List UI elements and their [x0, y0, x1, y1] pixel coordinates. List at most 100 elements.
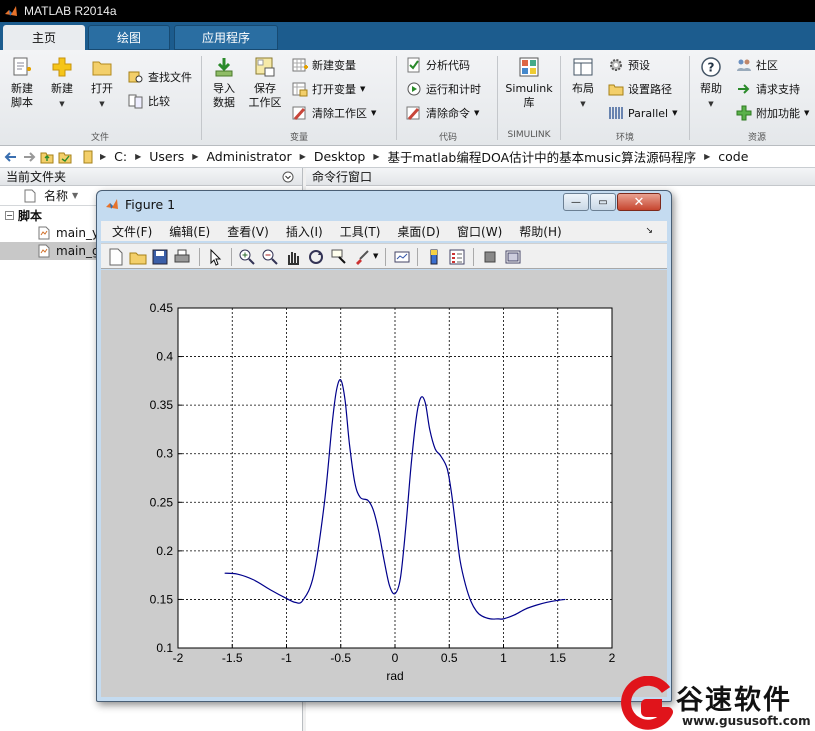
save-workspace-button[interactable]: 保存 工作区: [246, 56, 284, 110]
zoom-out-icon[interactable]: [261, 248, 279, 266]
help-dropdown-icon[interactable]: ▼: [708, 97, 713, 111]
collapse-icon[interactable]: −: [5, 210, 14, 220]
breadcrumb-separator: ▶: [299, 152, 306, 161]
app-titlebar: MATLAB R2014a: [0, 0, 815, 22]
clear-workspace-dropdown-icon[interactable]: ▼: [371, 109, 376, 117]
zoom-in-icon[interactable]: [238, 248, 256, 266]
import-data-icon: [215, 58, 233, 77]
data-cursor-icon[interactable]: [330, 248, 348, 266]
tab-home[interactable]: 主页: [3, 25, 85, 50]
insert-legend-icon[interactable]: [448, 248, 466, 266]
find-files-icon: [128, 71, 143, 83]
figure-canvas[interactable]: -2 -1.5 -1 -0.5 0 0.5 1 1.5 2 0.1 0.15 0.2 0.25 0.3 0.…: [101, 270, 667, 697]
y-tick-label: 0.15: [150, 592, 174, 606]
breadcrumb-item[interactable]: code: [718, 149, 748, 164]
forward-arrow-icon[interactable]: [22, 150, 36, 164]
app-title: MATLAB R2014a: [24, 4, 117, 18]
toolbar-separator: [231, 248, 232, 266]
minimize-button[interactable]: —: [563, 193, 589, 211]
back-arrow-icon[interactable]: [4, 150, 18, 164]
save-figure-icon[interactable]: [151, 248, 169, 266]
run-and-time-button[interactable]: 运行和计时: [406, 80, 481, 98]
x-tick-label: 1: [500, 651, 507, 665]
sort-arrow-icon: ▼: [72, 191, 79, 200]
pan-hand-icon[interactable]: [284, 248, 302, 266]
breadcrumb-item[interactable]: Users: [149, 149, 184, 164]
compare-button[interactable]: 比较: [128, 92, 170, 110]
new-dropdown-icon[interactable]: ▼: [59, 97, 64, 111]
hide-plot-tools-icon[interactable]: [481, 248, 499, 266]
minimize-icon: —: [571, 196, 581, 208]
add-ons-dropdown-icon[interactable]: ▼: [804, 109, 809, 117]
menu-edit[interactable]: 编辑(E): [169, 223, 210, 240]
breadcrumb-item[interactable]: Administrator: [206, 149, 291, 164]
dock-arrow-icon[interactable]: ↘: [645, 226, 653, 236]
close-button[interactable]: ✕: [617, 193, 661, 211]
add-ons-button[interactable]: 附加功能 ▼: [736, 104, 809, 122]
menu-desktop[interactable]: 桌面(D): [397, 223, 440, 240]
help-button[interactable]: ? 帮助 ▼: [695, 56, 727, 111]
brush-dropdown-icon[interactable]: ▼: [373, 252, 378, 260]
x-tick-label: -2: [173, 651, 184, 665]
analyze-code-button[interactable]: 分析代码: [406, 56, 470, 74]
print-figure-icon[interactable]: [173, 248, 191, 266]
tab-plots[interactable]: 绘图: [88, 25, 170, 50]
insert-colorbar-icon[interactable]: [425, 248, 443, 266]
figure-window[interactable]: Figure 1 — ▭ ✕ 文件(F) 编辑(E) 查看(V) 插入(I) 工…: [96, 190, 672, 702]
run-and-time-icon: [407, 82, 421, 96]
show-plot-tools-icon[interactable]: [504, 248, 522, 266]
maximize-icon: ▭: [598, 196, 608, 208]
menu-tools[interactable]: 工具(T): [340, 223, 381, 240]
request-support-button[interactable]: 请求支持: [736, 80, 800, 98]
open-file-icon[interactable]: [129, 248, 147, 266]
simulink-library-button[interactable]: Simulink 库: [503, 56, 555, 110]
parallel-button[interactable]: Parallel ▼: [608, 104, 677, 122]
menu-window[interactable]: 窗口(W): [457, 223, 502, 240]
menu-view[interactable]: 查看(V): [227, 223, 269, 240]
new-variable-button[interactable]: 新建变量: [292, 56, 356, 74]
figure-titlebar[interactable]: Figure 1 — ▭ ✕: [97, 191, 671, 217]
current-folder-title: 当前文件夹: [6, 170, 67, 184]
open-dropdown-icon[interactable]: ▼: [99, 97, 104, 111]
group-label-simulink: SIMULINK: [507, 130, 551, 140]
menu-insert[interactable]: 插入(I): [286, 223, 323, 240]
open-variable-button[interactable]: 打开变量 ▼: [292, 80, 365, 98]
new-figure-icon[interactable]: [107, 248, 125, 266]
layout-button[interactable]: 布局 ▼: [567, 56, 599, 111]
clear-commands-button[interactable]: 清除命令 ▼: [406, 104, 479, 122]
clear-workspace-button[interactable]: 清除工作区 ▼: [292, 104, 376, 122]
rotate-3d-icon[interactable]: [307, 248, 325, 266]
new-script-button[interactable]: 新建 脚本: [6, 56, 38, 110]
breadcrumb-separator: ▶: [704, 152, 711, 161]
tab-apps[interactable]: 应用程序: [174, 25, 278, 50]
up-folder-icon[interactable]: [40, 150, 54, 164]
community-button[interactable]: 社区: [736, 56, 778, 74]
maximize-button[interactable]: ▭: [590, 193, 616, 211]
find-files-button[interactable]: 查找文件: [128, 68, 192, 86]
open-button[interactable]: 打开 ▼: [86, 56, 118, 111]
analyze-code-icon: [407, 57, 420, 73]
clear-commands-dropdown-icon[interactable]: ▼: [474, 109, 479, 117]
layout-dropdown-icon[interactable]: ▼: [580, 97, 585, 111]
set-path-button[interactable]: 设置路径: [608, 80, 672, 98]
breadcrumb-item[interactable]: 基于matlab编程DOA估计中的基本music算法源码程序: [388, 147, 697, 166]
link-plot-icon[interactable]: [393, 248, 411, 266]
brush-data-icon[interactable]: [353, 248, 371, 266]
menu-help[interactable]: 帮助(H): [519, 223, 561, 240]
preferences-button[interactable]: 预设: [608, 56, 650, 74]
pane-actions-icon[interactable]: [282, 171, 294, 183]
figure-title: Figure 1: [125, 196, 176, 212]
x-tick-label: -1: [281, 651, 292, 665]
new-button[interactable]: 新建 ▼: [46, 56, 78, 111]
parallel-dropdown-icon[interactable]: ▼: [672, 109, 677, 117]
import-data-button[interactable]: 导入 数据: [208, 56, 240, 110]
breadcrumb-item[interactable]: C:: [114, 149, 127, 164]
menu-file[interactable]: 文件(F): [112, 223, 152, 240]
doa-spectrum-plot[interactable]: -2 -1.5 -1 -0.5 0 0.5 1 1.5 2 0.1 0.15 0.2 0.25 0.3 0.…: [101, 270, 667, 697]
open-variable-dropdown-icon[interactable]: ▼: [360, 85, 365, 93]
breadcrumb-separator: ▶: [100, 152, 107, 161]
browse-folder-icon[interactable]: [58, 150, 72, 164]
x-axis-label: rad: [386, 669, 403, 683]
edit-plot-pointer-icon[interactable]: [207, 248, 225, 266]
breadcrumb-item[interactable]: Desktop: [314, 149, 366, 164]
